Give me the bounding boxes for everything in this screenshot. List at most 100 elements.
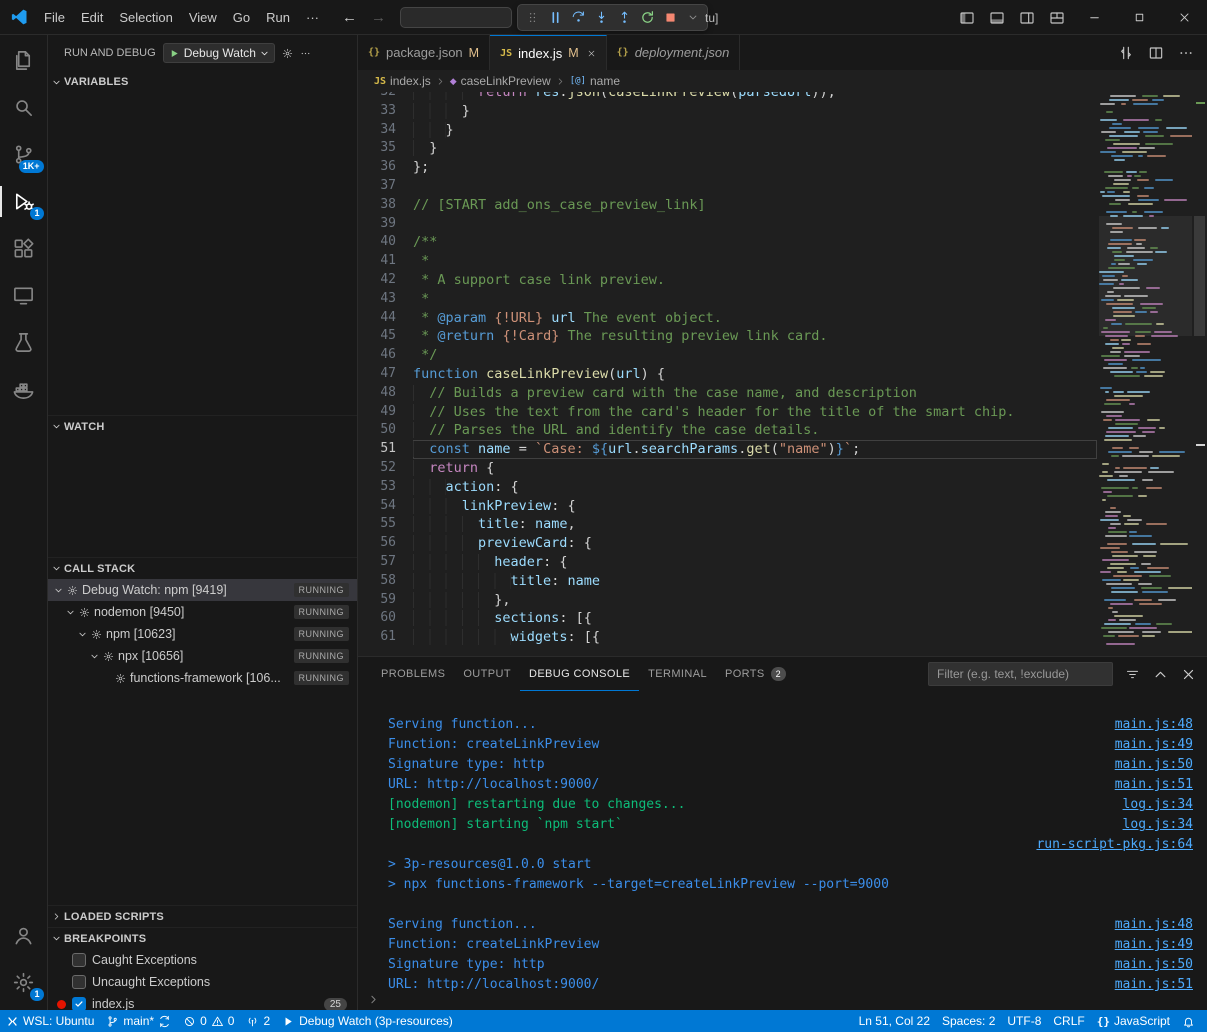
code-line[interactable]: 49 // Uses the text from the card's head… xyxy=(358,403,1207,422)
console-filter-input[interactable] xyxy=(928,662,1113,686)
source-link[interactable]: main.js:50 xyxy=(1115,755,1193,775)
activitybar-source-control[interactable]: 1K+ xyxy=(0,131,48,178)
menu-selection[interactable]: Selection xyxy=(111,6,180,28)
code-line[interactable]: 61 widgets: [{ xyxy=(358,628,1207,647)
breakpoint-checkbox[interactable] xyxy=(72,997,86,1010)
activitybar-explorer[interactable] xyxy=(0,37,48,84)
code-line[interactable]: 35 } xyxy=(358,139,1207,158)
code-line[interactable]: 48 // Builds a preview card with the cas… xyxy=(358,384,1207,403)
menu-edit[interactable]: Edit xyxy=(73,6,111,28)
minimap[interactable] xyxy=(1099,92,1192,656)
minimize-button[interactable] xyxy=(1072,0,1117,35)
code-line[interactable]: 37 xyxy=(358,177,1207,196)
toggle-primary-sidebar-icon[interactable] xyxy=(952,0,982,35)
scrollbar-thumb[interactable] xyxy=(1194,216,1205,336)
menu-more-icon[interactable]: ··· xyxy=(298,10,327,25)
filter-icon[interactable] xyxy=(1123,665,1141,683)
code-line[interactable]: 41 * xyxy=(358,252,1207,271)
forward-icon[interactable]: → xyxy=(371,9,386,26)
loaded-scripts-section-header[interactable]: LOADED SCRIPTS xyxy=(48,905,357,927)
toggle-panel-icon[interactable] xyxy=(982,0,1012,35)
gear-icon[interactable] xyxy=(282,48,293,59)
back-icon[interactable]: ← xyxy=(342,9,357,26)
variables-section-header[interactable]: VARIABLES xyxy=(48,71,357,93)
code-line[interactable]: 38// [START add_ons_case_preview_link] xyxy=(358,196,1207,215)
eol[interactable]: CRLF xyxy=(1047,1010,1090,1032)
code-line[interactable]: 43 * xyxy=(358,290,1207,309)
activitybar-run-and-debug[interactable]: 1 xyxy=(0,178,48,225)
code-line[interactable]: 32 return res.json(caseLinkPreview(parse… xyxy=(358,92,1207,102)
close-tab-icon[interactable] xyxy=(587,49,596,58)
step-into-icon[interactable] xyxy=(590,7,612,29)
maximize-panel-icon[interactable] xyxy=(1151,665,1169,683)
branch-status[interactable]: main* xyxy=(100,1010,177,1032)
debug-status[interactable]: Debug Watch (3p-resources) xyxy=(276,1010,459,1032)
code-line[interactable]: 55 title: name, xyxy=(358,515,1207,534)
source-link[interactable]: main.js:49 xyxy=(1115,935,1193,955)
code-line[interactable]: 51 const name = `Case: ${url.searchParam… xyxy=(358,440,1207,459)
tab-index-js[interactable]: JSindex.jsM xyxy=(490,35,607,70)
source-link[interactable]: main.js:51 xyxy=(1115,775,1193,795)
code-line[interactable]: 54 linkPreview: { xyxy=(358,497,1207,516)
code-line[interactable]: 47function caseLinkPreview(url) { xyxy=(358,365,1207,384)
notifications[interactable] xyxy=(1176,1010,1201,1032)
command-center-search[interactable] xyxy=(400,7,512,28)
code-line[interactable]: 44 * @param {!URL} url The event object. xyxy=(358,309,1207,328)
activitybar-testing[interactable] xyxy=(0,319,48,366)
code-editor[interactable]: 32 return res.json(caseLinkPreview(parse… xyxy=(358,92,1207,656)
tab-deployment-json[interactable]: {}deployment.json xyxy=(607,35,741,70)
more-actions-icon[interactable] xyxy=(1173,40,1199,66)
call-stack-session[interactable]: functions-framework [106...RUNNING xyxy=(48,667,357,689)
ports-status[interactable]: 2 xyxy=(240,1010,276,1032)
call-stack-session[interactable]: nodemon [9450]RUNNING xyxy=(48,601,357,623)
breakpoint-row[interactable]: Caught Exceptions xyxy=(48,949,357,971)
restart-icon[interactable] xyxy=(636,7,658,29)
step-out-icon[interactable] xyxy=(613,7,635,29)
close-window-button[interactable] xyxy=(1162,0,1207,35)
step-over-icon[interactable] xyxy=(567,7,589,29)
code-line[interactable]: 33 } xyxy=(358,102,1207,121)
remote-indicator[interactable]: WSL: Ubuntu xyxy=(0,1010,100,1032)
source-link[interactable]: run-script-pkg.js:64 xyxy=(1036,835,1193,855)
activitybar-remote-explorer[interactable] xyxy=(0,272,48,319)
source-link[interactable]: main.js:49 xyxy=(1115,735,1193,755)
code-line[interactable]: 46 */ xyxy=(358,346,1207,365)
open-changes-icon[interactable] xyxy=(1113,40,1139,66)
menu-view[interactable]: View xyxy=(181,6,225,28)
panel-tab-output[interactable]: OUTPUT xyxy=(454,657,520,691)
encoding[interactable]: UTF-8 xyxy=(1001,1010,1047,1032)
panel-tab-terminal[interactable]: TERMINAL xyxy=(639,657,716,691)
call-stack-session[interactable]: npm [10623]RUNNING xyxy=(48,623,357,645)
breakpoint-row[interactable]: index.js25 xyxy=(48,993,357,1010)
tab-package-json[interactable]: {}package.jsonM xyxy=(358,35,490,70)
source-link[interactable]: log.js:34 xyxy=(1123,815,1193,835)
dropdown-icon[interactable] xyxy=(682,7,704,29)
language-mode[interactable]: {}JavaScript xyxy=(1091,1010,1176,1032)
more-actions-icon[interactable] xyxy=(300,48,311,59)
call-stack-section-header[interactable]: CALL STACK xyxy=(48,557,357,579)
breadcrumb-index-js[interactable]: JSindex.js xyxy=(374,74,431,88)
breadcrumb-name[interactable]: [@]name xyxy=(570,74,620,88)
code-line[interactable]: 42 * A support case link preview. xyxy=(358,271,1207,290)
customize-layout-icon[interactable] xyxy=(1042,0,1072,35)
breadcrumb-caselinkpreview[interactable]: ◆caseLinkPreview xyxy=(450,74,551,88)
source-link[interactable]: main.js:51 xyxy=(1115,975,1193,995)
code-line[interactable]: 53 action: { xyxy=(358,478,1207,497)
panel-tab-problems[interactable]: PROBLEMS xyxy=(372,657,454,691)
toggle-secondary-sidebar-icon[interactable] xyxy=(1012,0,1042,35)
code-line[interactable]: 57 header: { xyxy=(358,553,1207,572)
menu-file[interactable]: File xyxy=(36,6,73,28)
menu-run[interactable]: Run xyxy=(258,6,298,28)
panel-tab-ports[interactable]: PORTS2 xyxy=(716,657,795,691)
activitybar-docker[interactable] xyxy=(0,366,48,413)
cursor-position[interactable]: Ln 51, Col 22 xyxy=(853,1010,936,1032)
activitybar-extensions[interactable] xyxy=(0,225,48,272)
breakpoint-row[interactable]: Uncaught Exceptions xyxy=(48,971,357,993)
code-line[interactable]: 59 }, xyxy=(358,591,1207,610)
breakpoints-section-header[interactable]: BREAKPOINTS xyxy=(48,927,357,949)
code-line[interactable]: 50 // Parses the URL and identify the ca… xyxy=(358,421,1207,440)
activitybar-settings[interactable]: 1 xyxy=(0,959,48,1006)
problems-status[interactable]: 00 xyxy=(177,1010,240,1032)
source-link[interactable]: log.js:34 xyxy=(1123,795,1193,815)
maximize-button[interactable] xyxy=(1117,0,1162,35)
